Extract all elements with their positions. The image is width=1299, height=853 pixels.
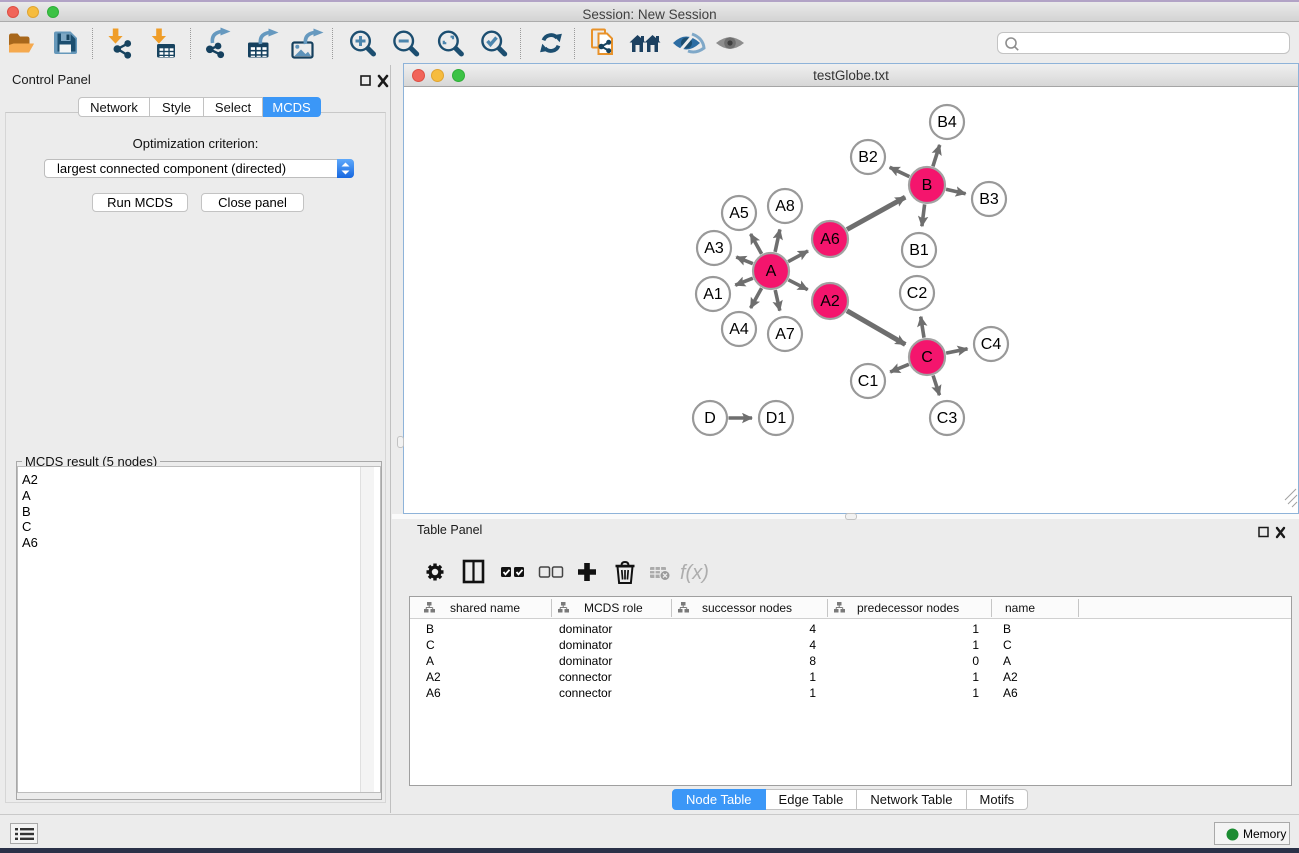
svg-text:D: D [704,410,716,427]
svg-text:A1: A1 [703,286,723,303]
svg-text:A6: A6 [820,231,840,248]
svg-text:f(x): f(x) [680,562,709,584]
svg-text:C: C [921,349,933,366]
svg-text:C1: C1 [858,373,879,390]
svg-text:B1: B1 [909,242,929,259]
svg-text:A: A [766,263,777,280]
svg-text:A4: A4 [729,321,749,338]
svg-text:C4: C4 [981,336,1002,353]
svg-text:A5: A5 [729,205,749,222]
svg-text:B: B [922,177,933,194]
svg-text:B3: B3 [979,191,999,208]
svg-text:A8: A8 [775,198,795,215]
svg-text:C3: C3 [937,410,958,427]
svg-text:B4: B4 [937,114,957,131]
svg-text:C2: C2 [907,285,928,302]
svg-text:D1: D1 [766,410,787,427]
svg-text:A7: A7 [775,326,795,343]
svg-text:A3: A3 [704,240,724,257]
svg-text:A2: A2 [820,293,840,310]
svg-text:B2: B2 [858,149,878,166]
